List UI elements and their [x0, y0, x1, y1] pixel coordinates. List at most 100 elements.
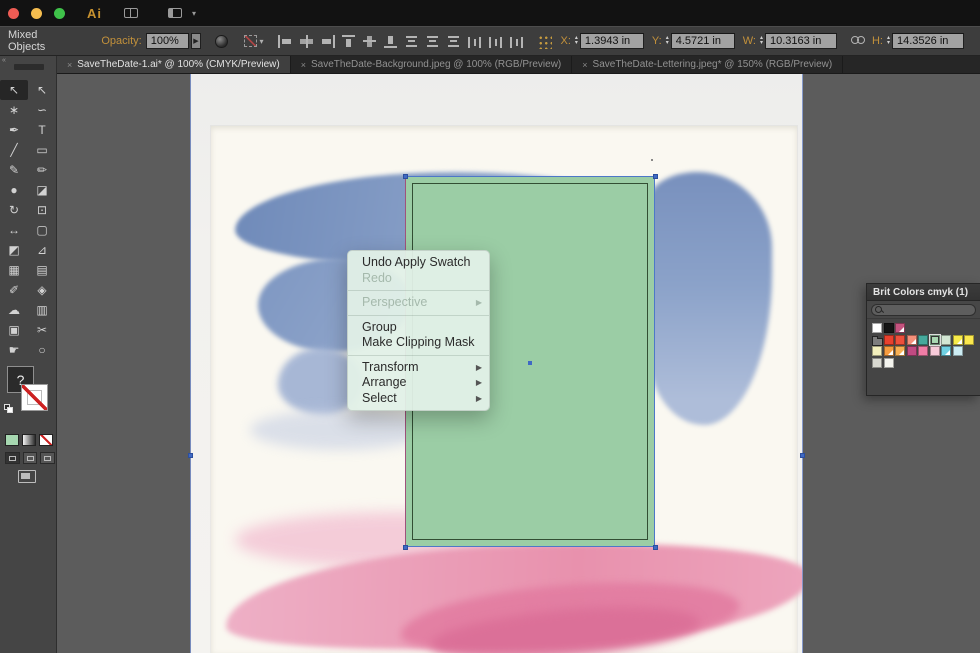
- y-stepper[interactable]: ▴▾: [666, 36, 669, 46]
- selection-handle[interactable]: [403, 545, 408, 550]
- color-swatch[interactable]: [884, 358, 894, 368]
- color-swatch[interactable]: [884, 346, 894, 356]
- align-horizontal-right-icon[interactable]: [320, 35, 335, 48]
- color-swatch[interactable]: [941, 335, 951, 345]
- opacity-dropdown-button[interactable]: ▶: [191, 33, 202, 49]
- align-horizontal-left-icon[interactable]: [278, 35, 293, 48]
- width-tool[interactable]: ↔: [0, 220, 28, 240]
- stroke-indicator[interactable]: [21, 384, 48, 411]
- selection-handle[interactable]: [188, 453, 193, 458]
- paintbrush-tool[interactable]: ✎: [0, 160, 28, 180]
- blend-tool[interactable]: ◈: [28, 280, 56, 300]
- magic-wand-tool[interactable]: ∗: [0, 100, 28, 120]
- align-vertical-center-icon[interactable]: [362, 35, 377, 48]
- make-clipping-mask-menu-item[interactable]: Make Clipping Mask: [348, 335, 489, 351]
- zoom-window-button[interactable]: [54, 8, 65, 19]
- distribute-horizontal-left-icon[interactable]: [467, 35, 482, 48]
- w-stepper[interactable]: ▴▾: [760, 36, 763, 46]
- align-vertical-top-icon[interactable]: [341, 35, 356, 48]
- transform-grid-icon[interactable]: [537, 34, 552, 49]
- document-tab[interactable]: ×SaveTheDate-Background.jpeg @ 100% (RGB…: [291, 56, 573, 73]
- rectangle-tool[interactable]: ▭: [28, 140, 56, 160]
- color-swatch[interactable]: [895, 346, 905, 356]
- collapse-panel-icon[interactable]: «: [2, 57, 5, 64]
- color-group-folder-icon[interactable]: [872, 335, 882, 345]
- gradient-button[interactable]: [22, 434, 36, 446]
- eyedropper-tool[interactable]: ✐: [0, 280, 28, 300]
- recolor-artwork-icon[interactable]: [215, 35, 228, 48]
- distribute-horizontal-center-icon[interactable]: [488, 35, 503, 48]
- canvas[interactable]: Undo Apply SwatchRedoPerspective▶GroupMa…: [57, 74, 980, 653]
- line-segment-tool[interactable]: ╱: [0, 140, 28, 160]
- column-graph-tool[interactable]: ▥: [28, 300, 56, 320]
- panel-grip[interactable]: [14, 64, 44, 70]
- color-swatch[interactable]: [953, 346, 963, 356]
- selection-handle[interactable]: [403, 174, 408, 179]
- align-horizontal-center-icon[interactable]: [299, 35, 314, 48]
- scale-tool[interactable]: ⊡: [28, 200, 56, 220]
- free-transform-tool[interactable]: ▢: [28, 220, 56, 240]
- window-icon[interactable]: [124, 8, 138, 18]
- minimize-window-button[interactable]: [31, 8, 42, 19]
- mesh-tool[interactable]: ▦: [0, 260, 28, 280]
- screen-mode-button[interactable]: [18, 470, 36, 483]
- arrange-menu-item[interactable]: Arrange▶: [348, 375, 489, 391]
- color-swatch[interactable]: [930, 346, 940, 356]
- hand-tool[interactable]: ☛: [0, 340, 28, 360]
- default-fill-stroke-icon[interactable]: [4, 404, 14, 413]
- document-tab[interactable]: ×SaveTheDate-1.ai* @ 100% (CMYK/Preview): [57, 56, 291, 73]
- color-swatch[interactable]: [872, 358, 882, 368]
- transform-menu-item[interactable]: Transform▶: [348, 360, 489, 376]
- symbol-sprayer-tool[interactable]: ☁: [0, 300, 28, 320]
- h-stepper[interactable]: ▴▾: [887, 36, 890, 46]
- distribute-vertical-center-icon[interactable]: [425, 35, 440, 48]
- distribute-horizontal-right-icon[interactable]: [509, 35, 524, 48]
- color-swatch[interactable]: [907, 346, 917, 356]
- color-swatch[interactable]: [964, 335, 974, 345]
- color-swatch[interactable]: [953, 335, 963, 345]
- shape-builder-tool[interactable]: ◩: [0, 240, 28, 260]
- color-swatch[interactable]: [884, 335, 894, 345]
- undo-apply-swatch-menu-item[interactable]: Undo Apply Swatch: [348, 255, 489, 271]
- selection-handle[interactable]: [653, 174, 658, 179]
- document-tab[interactable]: ×SaveTheDate-Lettering.jpeg* @ 150% (RGB…: [572, 56, 843, 73]
- align-vertical-bottom-icon[interactable]: [383, 35, 398, 48]
- slice-tool[interactable]: ✂: [28, 320, 56, 340]
- color-swatch[interactable]: [872, 323, 882, 333]
- eraser-tool[interactable]: ◪: [28, 180, 56, 200]
- type-tool[interactable]: T: [28, 120, 56, 140]
- swatch-search-input[interactable]: [871, 304, 976, 316]
- color-swatch[interactable]: [907, 335, 917, 345]
- none-button[interactable]: [39, 434, 53, 446]
- color-swatch[interactable]: [918, 346, 928, 356]
- zoom-tool[interactable]: ○: [28, 340, 56, 360]
- artboard-tool[interactable]: ▣: [0, 320, 28, 340]
- draw-normal-mode-button[interactable]: [5, 452, 20, 464]
- close-tab-icon[interactable]: ×: [582, 60, 587, 70]
- selected-swatch[interactable]: [930, 335, 940, 345]
- selection-center-point[interactable]: [528, 361, 532, 365]
- close-window-button[interactable]: [8, 8, 19, 19]
- distribute-vertical-bottom-icon[interactable]: [446, 35, 461, 48]
- color-swatch[interactable]: [895, 323, 905, 333]
- color-swatch[interactable]: [884, 323, 894, 333]
- x-field[interactable]: 1.3943 in: [580, 33, 644, 49]
- lasso-tool[interactable]: ∽: [28, 100, 56, 120]
- chevron-down-icon[interactable]: ▾: [259, 37, 263, 46]
- group-menu-item[interactable]: Group: [348, 320, 489, 336]
- blob-brush-tool[interactable]: ●: [0, 180, 28, 200]
- selection-handle[interactable]: [653, 545, 658, 550]
- distribute-vertical-top-icon[interactable]: [404, 35, 419, 48]
- opacity-label[interactable]: Opacity:: [101, 35, 141, 47]
- workspace-layout-icon[interactable]: [168, 8, 182, 18]
- y-field[interactable]: 4.5721 in: [671, 33, 735, 49]
- opacity-field[interactable]: 100%: [146, 33, 189, 49]
- color-swatch[interactable]: [895, 335, 905, 345]
- x-stepper[interactable]: ▴▾: [575, 36, 578, 46]
- selection-handle[interactable]: [800, 453, 805, 458]
- perspective-grid-tool[interactable]: ⊿: [28, 240, 56, 260]
- select-menu-item[interactable]: Select▶: [348, 391, 489, 407]
- close-tab-icon[interactable]: ×: [301, 60, 306, 70]
- color-swatch[interactable]: [918, 335, 928, 345]
- h-field[interactable]: 14.3526 in: [892, 33, 964, 49]
